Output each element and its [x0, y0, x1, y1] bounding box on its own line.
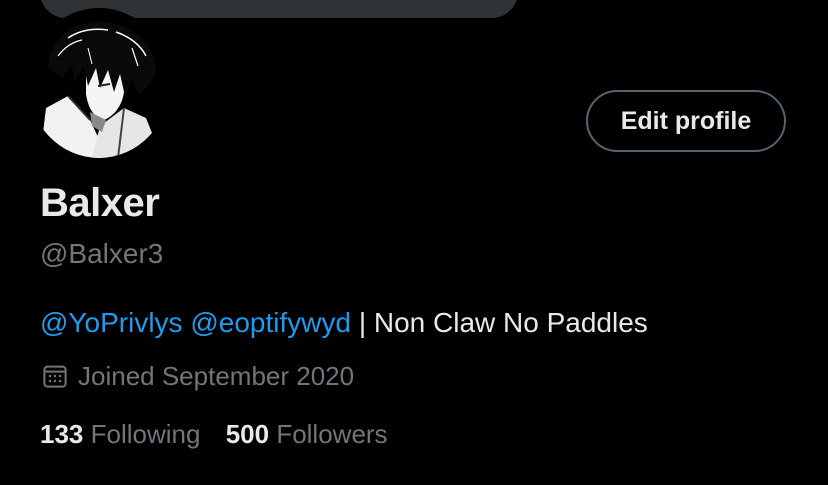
joined-date: Joined September 2020 — [40, 360, 354, 392]
avatar-illustration — [28, 8, 170, 158]
following-label: Following — [90, 419, 201, 449]
followers-count: 500 — [225, 419, 270, 449]
profile-stats: 133 Following 500 Followers — [40, 418, 388, 450]
bio-mention-yoprivlys[interactable]: @YoPrivlys — [40, 307, 183, 338]
edit-profile-button[interactable]: Edit profile — [586, 90, 786, 152]
calendar-icon — [40, 361, 70, 391]
joined-text: Joined September 2020 — [78, 361, 355, 391]
followers-label: Followers — [276, 419, 388, 449]
bio-text: | Non Claw No Paddles — [351, 307, 648, 338]
user-handle: @Balxer3 — [40, 238, 164, 269]
avatar[interactable] — [28, 8, 170, 158]
bio-mention-eoptifywyd[interactable]: @eoptifywyd — [190, 307, 351, 338]
followers-link[interactable]: 500 Followers — [226, 418, 388, 450]
profile-bio: @YoPrivlys @eoptifywyd | Non Claw No Pad… — [40, 306, 648, 340]
display-name: Balxer — [40, 181, 160, 225]
following-count: 133 — [40, 419, 84, 449]
following-link[interactable]: 133 Following — [40, 418, 200, 450]
